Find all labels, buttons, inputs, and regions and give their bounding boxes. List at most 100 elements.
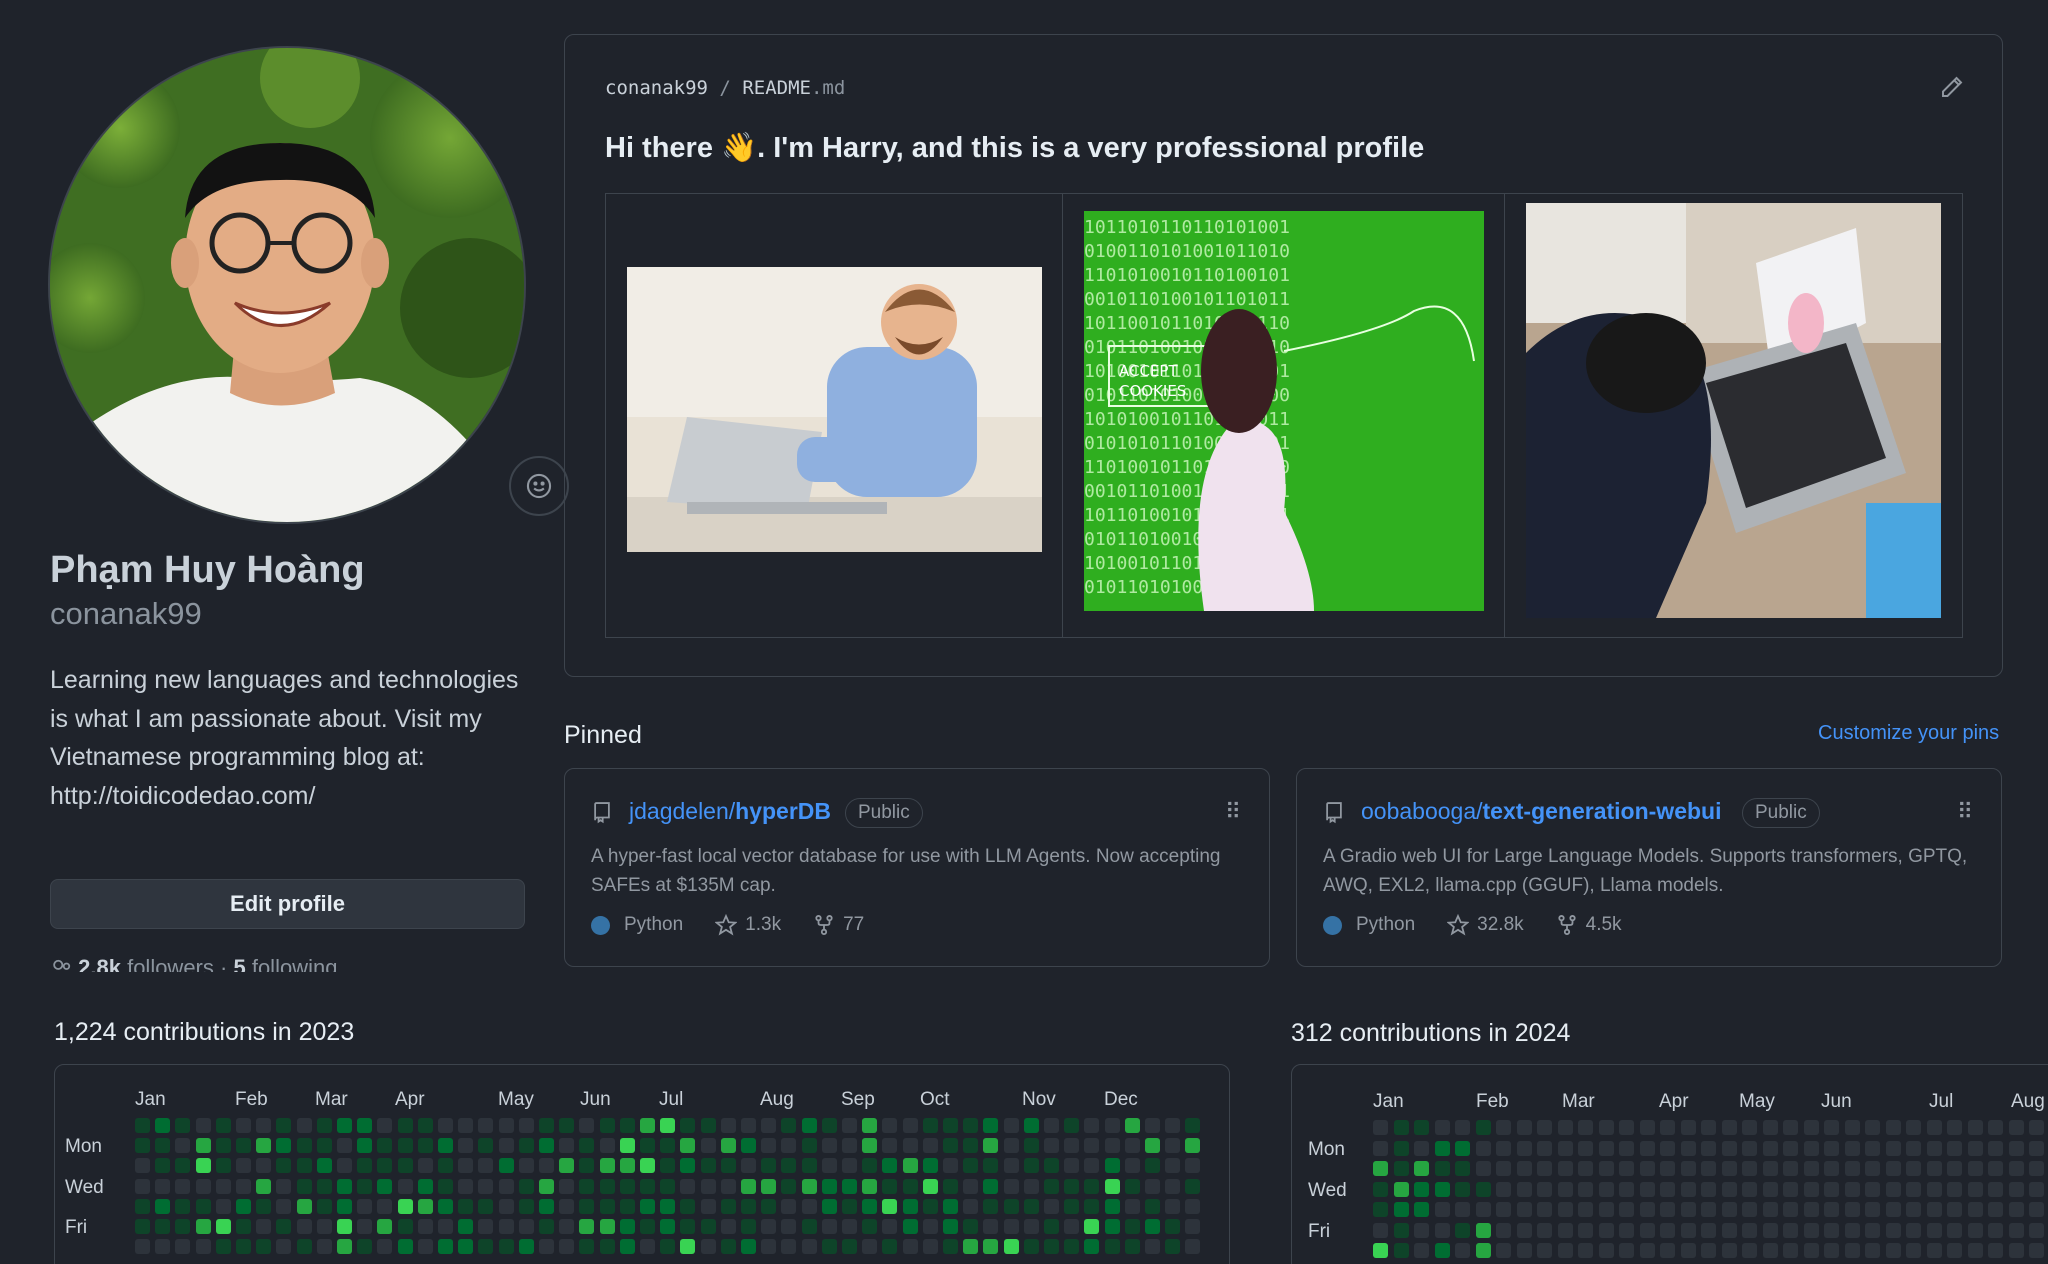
contribution-day-cell[interactable] — [215, 1158, 231, 1174]
contribution-day-cell[interactable] — [296, 1158, 312, 1174]
contribution-day-cell[interactable] — [1988, 1181, 2003, 1197]
contribution-day-cell[interactable] — [1165, 1239, 1181, 1255]
contribution-day-cell[interactable] — [1104, 1198, 1120, 1214]
contribution-day-cell[interactable] — [1783, 1181, 1798, 1197]
contribution-day-cell[interactable] — [1145, 1219, 1160, 1234]
contribution-day-cell[interactable] — [215, 1178, 231, 1194]
contribution-day-cell[interactable] — [1680, 1161, 1696, 1176]
contribution-day-cell[interactable] — [236, 1158, 251, 1174]
stars-count[interactable]: 32.8k — [1477, 914, 1523, 936]
contribution-day-cell[interactable] — [619, 1178, 635, 1194]
contribution-day-cell[interactable] — [983, 1178, 999, 1194]
contribution-day-cell[interactable] — [1865, 1181, 1880, 1197]
contribution-day-cell[interactable] — [619, 1158, 635, 1174]
contribution-day-cell[interactable] — [438, 1178, 453, 1194]
contribution-day-cell[interactable] — [821, 1198, 837, 1214]
contribution-day-cell[interactable] — [1044, 1138, 1059, 1154]
contribution-day-cell[interactable] — [1414, 1161, 1429, 1176]
contribution-day-cell[interactable] — [1947, 1181, 1962, 1197]
contribution-day-cell[interactable] — [1475, 1243, 1491, 1258]
drag-handle[interactable]: ⠿ — [1957, 799, 1973, 825]
contribution-day-cell[interactable] — [316, 1198, 332, 1214]
contribution-day-cell[interactable] — [175, 1158, 191, 1174]
contribution-day-cell[interactable] — [1701, 1140, 1716, 1156]
contribution-day-cell[interactable] — [579, 1158, 595, 1174]
contribution-day-cell[interactable] — [518, 1198, 534, 1214]
contribution-day-cell[interactable] — [397, 1198, 413, 1214]
contribution-day-cell[interactable] — [559, 1219, 575, 1234]
contribution-day-cell[interactable] — [963, 1118, 979, 1133]
contribution-day-cell[interactable] — [1762, 1120, 1778, 1135]
contribution-day-cell[interactable] — [1619, 1243, 1634, 1258]
contribution-day-cell[interactable] — [1721, 1222, 1737, 1238]
contribution-day-cell[interactable] — [1844, 1140, 1860, 1156]
contribution-day-cell[interactable] — [417, 1138, 433, 1154]
contribution-day-cell[interactable] — [720, 1158, 736, 1174]
contribution-day-cell[interactable] — [1885, 1120, 1901, 1135]
contribution-day-cell[interactable] — [1145, 1198, 1160, 1214]
contribution-day-cell[interactable] — [1373, 1140, 1388, 1156]
contribution-day-cell[interactable] — [943, 1158, 958, 1174]
contribution-day-cell[interactable] — [781, 1178, 797, 1194]
contribution-day-cell[interactable] — [417, 1178, 433, 1194]
contribution-day-cell[interactable] — [842, 1118, 857, 1133]
contribution-day-cell[interactable] — [821, 1138, 837, 1154]
contribution-day-cell[interactable] — [1783, 1243, 1798, 1258]
contribution-day-cell[interactable] — [1434, 1202, 1450, 1217]
contribution-day-cell[interactable] — [922, 1219, 938, 1234]
contribution-day-cell[interactable] — [1680, 1120, 1696, 1135]
contribution-day-cell[interactable] — [1639, 1140, 1655, 1156]
contribution-day-cell[interactable] — [943, 1198, 958, 1214]
contribution-day-cell[interactable] — [1104, 1138, 1120, 1154]
contribution-day-cell[interactable] — [155, 1138, 171, 1154]
contribution-day-cell[interactable] — [1044, 1158, 1059, 1174]
contribution-day-cell[interactable] — [1496, 1222, 1511, 1238]
contribution-day-cell[interactable] — [195, 1158, 211, 1174]
contribution-day-cell[interactable] — [842, 1198, 857, 1214]
contribution-day-cell[interactable] — [862, 1138, 878, 1154]
contribution-day-cell[interactable] — [741, 1118, 756, 1133]
contribution-day-cell[interactable] — [1762, 1181, 1778, 1197]
contribution-day-cell[interactable] — [1680, 1202, 1696, 1217]
contribution-day-cell[interactable] — [276, 1219, 292, 1234]
contribution-day-cell[interactable] — [943, 1118, 958, 1133]
contribution-day-cell[interactable] — [1639, 1243, 1655, 1258]
contribution-day-cell[interactable] — [943, 1178, 958, 1194]
contribution-day-cell[interactable] — [337, 1198, 352, 1214]
contribution-day-cell[interactable] — [579, 1239, 595, 1255]
contribution-day-cell[interactable] — [256, 1239, 272, 1255]
contribution-day-cell[interactable] — [1578, 1202, 1593, 1217]
contribution-day-cell[interactable] — [1783, 1161, 1798, 1176]
contribution-day-cell[interactable] — [963, 1198, 979, 1214]
contribution-day-cell[interactable] — [1064, 1138, 1080, 1154]
contribution-day-cell[interactable] — [579, 1219, 595, 1234]
contribution-day-cell[interactable] — [1824, 1161, 1839, 1176]
contribution-day-cell[interactable] — [1165, 1118, 1181, 1133]
contribution-day-cell[interactable] — [801, 1198, 817, 1214]
contribution-day-cell[interactable] — [1721, 1202, 1737, 1217]
contribution-day-cell[interactable] — [256, 1219, 272, 1234]
contribution-day-cell[interactable] — [1947, 1161, 1962, 1176]
edit-profile-button[interactable]: Edit profile — [50, 879, 525, 929]
contribution-day-cell[interactable] — [1475, 1222, 1491, 1238]
contribution-day-cell[interactable] — [559, 1158, 575, 1174]
contribution-day-cell[interactable] — [438, 1118, 453, 1133]
contribution-day-cell[interactable] — [801, 1239, 817, 1255]
contribution-day-cell[interactable] — [337, 1138, 352, 1154]
contribution-day-cell[interactable] — [357, 1219, 373, 1234]
contribution-day-cell[interactable] — [922, 1158, 938, 1174]
contribution-day-cell[interactable] — [902, 1178, 918, 1194]
contribution-day-cell[interactable] — [195, 1219, 211, 1234]
contribution-day-cell[interactable] — [1926, 1140, 1942, 1156]
contribution-day-cell[interactable] — [599, 1158, 615, 1174]
contribution-day-cell[interactable] — [1434, 1120, 1450, 1135]
contribution-day-cell[interactable] — [1124, 1239, 1140, 1255]
contribution-day-cell[interactable] — [781, 1239, 797, 1255]
contribution-day-cell[interactable] — [619, 1239, 635, 1255]
contribution-day-cell[interactable] — [478, 1178, 494, 1194]
contribution-day-cell[interactable] — [680, 1138, 696, 1154]
contribution-day-cell[interactable] — [1414, 1120, 1429, 1135]
contribution-day-cell[interactable] — [1145, 1158, 1160, 1174]
contribution-day-cell[interactable] — [579, 1118, 595, 1133]
contribution-day-cell[interactable] — [337, 1178, 352, 1194]
